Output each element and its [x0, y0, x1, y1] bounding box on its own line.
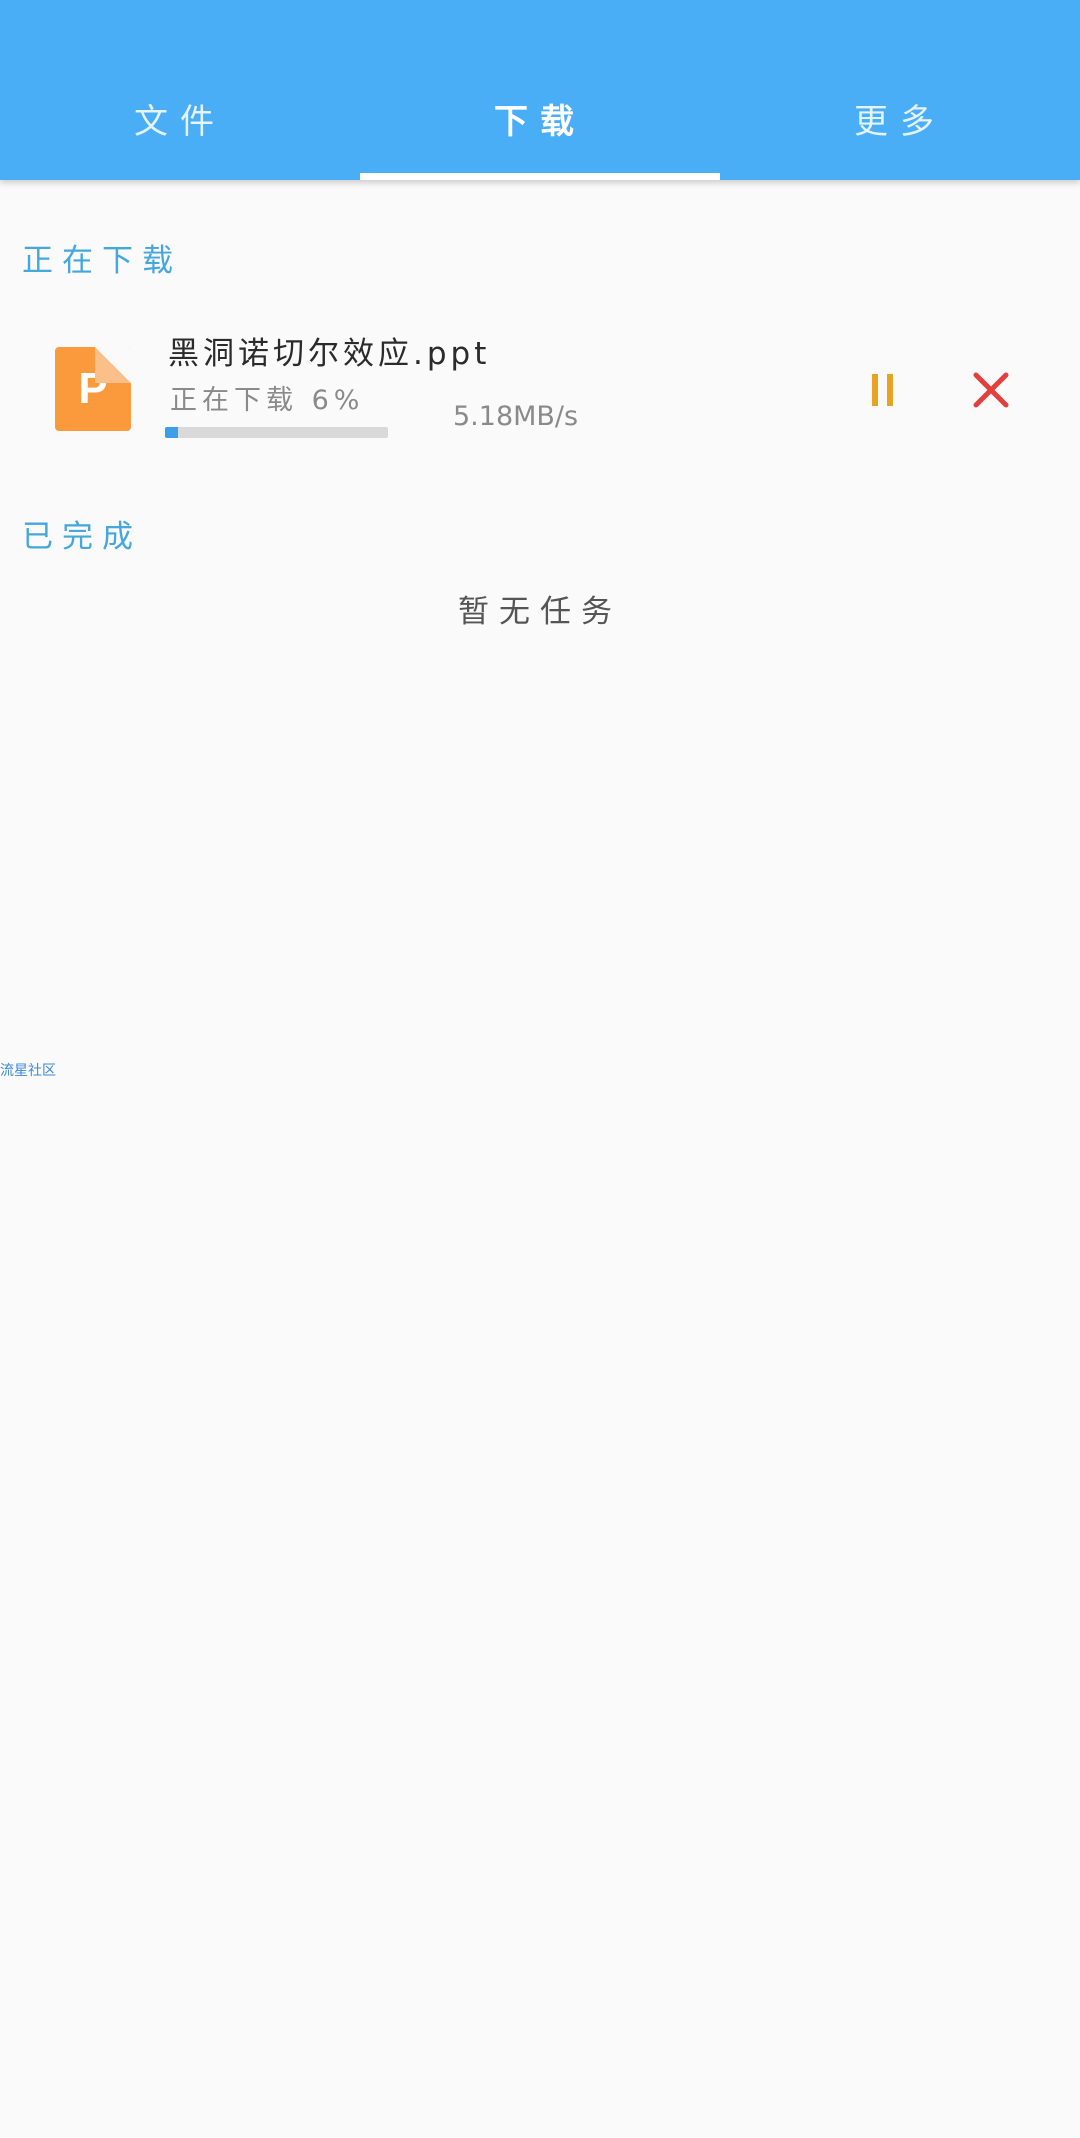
active-tab-indicator [360, 173, 720, 180]
downloading-section-title: 正在下载 [22, 243, 182, 279]
pause-icon [872, 374, 893, 406]
pause-button[interactable] [860, 360, 908, 420]
file-name: 黑洞诺切尔效应.ppt [168, 336, 491, 372]
download-status: 正在下载 6% [170, 385, 365, 416]
close-icon [973, 372, 1009, 408]
download-progress-bar [165, 427, 388, 438]
completed-section-title: 已完成 [22, 519, 142, 555]
download-speed: 5.18MB/s [453, 401, 579, 432]
app-bar: 文件 下载 更多 [0, 0, 1080, 180]
cancel-download-button[interactable] [966, 360, 1016, 420]
tab-downloads[interactable]: 下载 [360, 0, 720, 180]
empty-state-text: 暂无任务 [458, 594, 622, 630]
watermark-text: 流星社区 [0, 1063, 56, 1079]
tab-files[interactable]: 文件 [0, 0, 360, 180]
tab-more[interactable]: 更多 [720, 0, 1080, 180]
download-progress-fill [165, 427, 179, 438]
file-icon-fold [95, 347, 131, 383]
ppt-file-icon: P [55, 347, 131, 431]
